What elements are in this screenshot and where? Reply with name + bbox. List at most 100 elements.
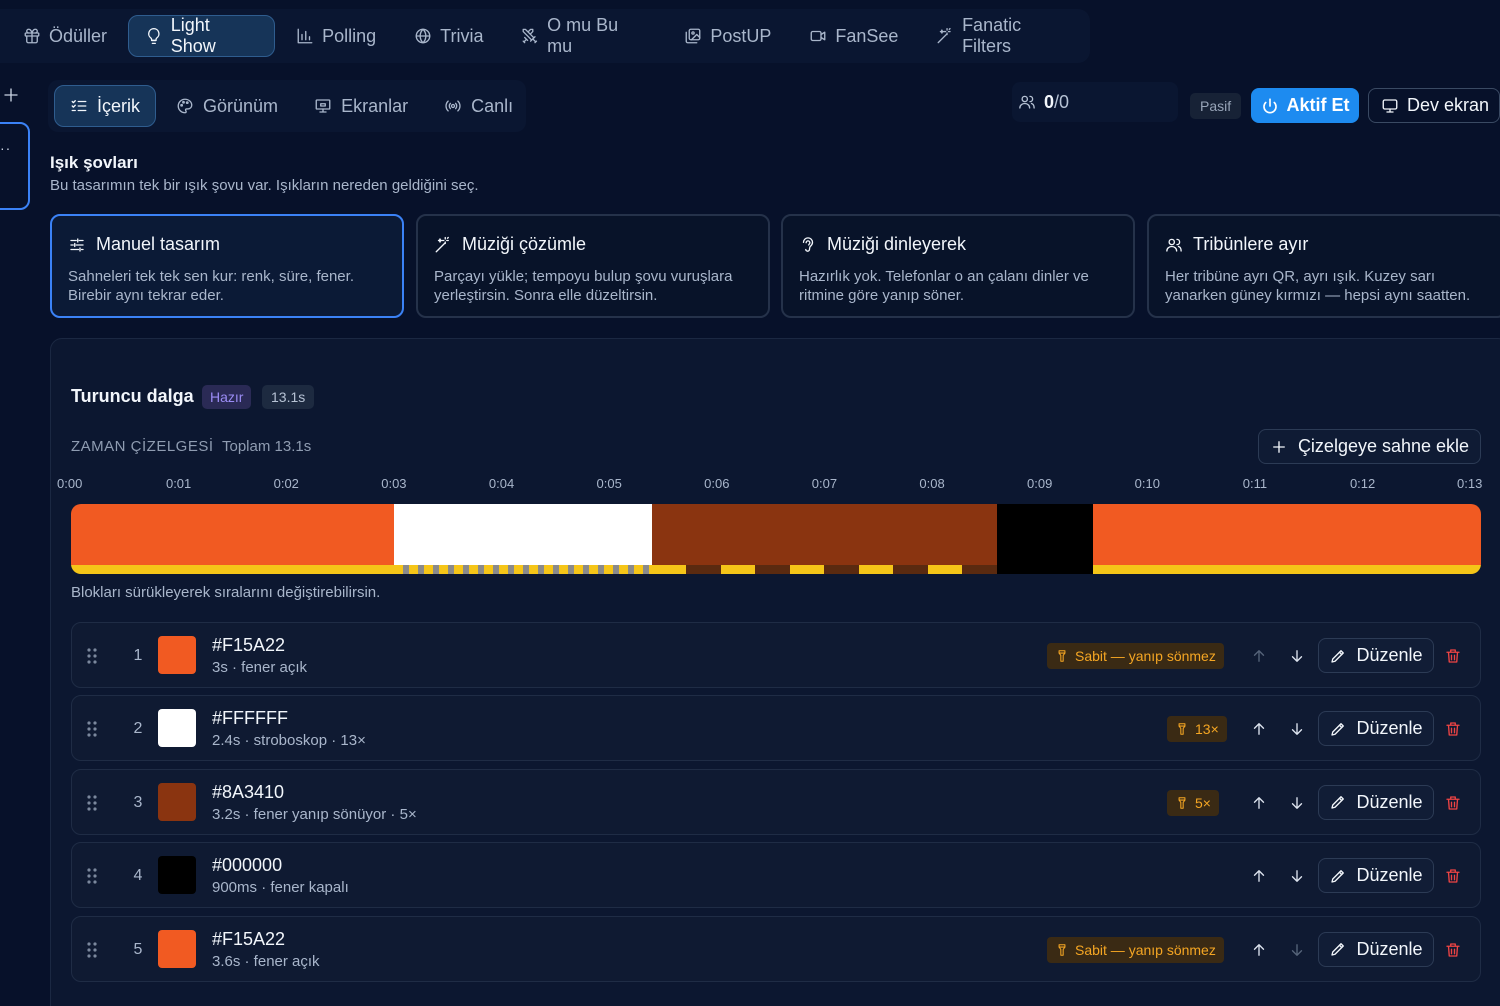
tab-gorunum[interactable]: Görünüm — [160, 85, 294, 127]
move-up-icon[interactable] — [1250, 647, 1268, 665]
scene-index: 4 — [133, 867, 143, 885]
trash-icon[interactable] — [1444, 647, 1462, 665]
timeline-track — [71, 504, 1481, 574]
move-up-icon[interactable] — [1250, 867, 1268, 885]
move-down-icon[interactable] — [1288, 867, 1306, 885]
drag-handle-icon[interactable] — [86, 720, 98, 738]
drag-handle-icon[interactable] — [86, 867, 98, 885]
edit-button[interactable]: Düzenle — [1318, 784, 1434, 820]
move-up-icon[interactable] — [1250, 941, 1268, 959]
mode-card-listen-music[interactable]: Müziği dinleyerek Hazırlık yok. Telefonl… — [781, 214, 1135, 318]
color-swatch — [158, 636, 196, 674]
activate-label: Aktif Et — [1286, 95, 1350, 115]
move-down-icon[interactable] — [1288, 720, 1306, 738]
swords-icon — [523, 28, 538, 44]
edit-button[interactable]: Düzenle — [1318, 858, 1434, 894]
mode-description: Parçayı yükle; tempoyu bulup şovu vuruşl… — [434, 268, 733, 304]
tab-trivia[interactable]: Trivia — [397, 15, 500, 57]
scene-row[interactable]: 2 #FFFFFF 2.4s · stroboskop · 13× 13× Düzenl… — [71, 695, 1481, 762]
plus-icon[interactable] — [2, 86, 20, 104]
timeline-tick: 0:00 — [57, 476, 83, 491]
timeline-segment[interactable] — [652, 504, 997, 574]
scene-index: 5 — [133, 940, 143, 958]
activate-button[interactable]: Aktif Et — [1251, 88, 1359, 123]
edit-button[interactable]: Düzenle — [1318, 931, 1434, 967]
trash-icon[interactable] — [1444, 941, 1462, 959]
timeline-tick: 0:08 — [919, 476, 945, 491]
move-up-icon[interactable] — [1250, 794, 1268, 812]
section-subtitle: Bu tasarımın tek bir ışık şovu var. Işık… — [50, 177, 479, 194]
mode-title: Müziği dinleyerek — [827, 234, 967, 254]
timeline-segment[interactable] — [996, 504, 1094, 574]
edit-button[interactable]: Düzenle — [1318, 711, 1434, 747]
tab-label: Ödüller — [49, 25, 108, 46]
scene-row[interactable]: 3 #8A3410 3.2s · fener yanıp sönüyor · 5× 5… — [71, 768, 1481, 835]
timeline-tick: 0:04 — [488, 476, 515, 491]
tab-fansee[interactable]: FanSee — [792, 15, 915, 57]
flash-mode-badge: 5× — [1167, 789, 1219, 816]
edit-button[interactable]: Düzenle — [1318, 638, 1434, 673]
timeline-ticks: 0:00 0:01 0:02 0:03 0:04 0:05 0:06 0:07 0:08 0:09… — [57, 476, 1483, 492]
timeline-tick: 0:05 — [596, 476, 622, 491]
move-down-icon[interactable] — [1288, 794, 1306, 812]
tab-light-show[interactable]: Light Show — [128, 15, 276, 57]
scene-meta: 2.4s · stroboskop · 13× — [212, 732, 366, 750]
drag-handle-icon[interactable] — [86, 941, 98, 959]
big-screen-label: Dev ekran — [1407, 95, 1490, 115]
move-up-icon[interactable] — [1250, 720, 1268, 738]
tab-icerik[interactable]: İçerik — [54, 85, 157, 127]
flash-strip — [996, 565, 1094, 574]
flash-mode-label: 5× — [1195, 794, 1211, 811]
tab-ekranlar[interactable]: Ekranlar — [298, 85, 424, 127]
tab-label: Fanatic Filters — [962, 15, 1022, 56]
trash-icon[interactable] — [1444, 867, 1462, 885]
timeline-tick: 0:13 — [1457, 476, 1483, 491]
more-icon[interactable]: ·· — [0, 140, 11, 156]
scene-row[interactable]: 4 #000000 900ms · fener kapalı Düzenle — [71, 842, 1481, 909]
trash-icon[interactable] — [1444, 720, 1462, 738]
scene-row[interactable]: 1 #F15A22 3s · fener açık Sabit — yanıp sön… — [71, 622, 1481, 688]
tab-fanatic-filters[interactable]: Fanatic Filters — [919, 15, 1090, 57]
add-scene-button[interactable]: Çizelgeye sahne ekle — [1258, 429, 1481, 464]
scene-meta: 3.2s · fener yanıp sönüyor · 5× — [212, 805, 417, 823]
pencil-icon — [1331, 943, 1345, 956]
timeline-segment[interactable] — [1093, 504, 1481, 574]
move-down-icon[interactable] — [1288, 647, 1306, 665]
edit-label: Düzenle — [1356, 718, 1423, 739]
tab-oduller[interactable]: Ödüller — [6, 15, 124, 57]
scene-meta: 3.6s · fener açık — [212, 952, 320, 970]
big-screen-button[interactable]: Dev ekran — [1368, 88, 1500, 123]
segment-color — [996, 504, 1094, 565]
timeline-segment[interactable] — [393, 504, 653, 574]
mode-card-analyze-music[interactable]: Müziği çözümle Parçayı yükle; tempoyu bu… — [416, 214, 770, 318]
scene-row[interactable]: 5 #F15A22 3.6s · fener açık Sabit — yanıp s… — [71, 915, 1481, 982]
flash-mode-label: 13× — [1195, 721, 1219, 738]
wand-icon — [435, 236, 449, 252]
scene-meta: 3s · fener açık — [212, 659, 308, 676]
tab-canli[interactable]: Canlı — [428, 85, 529, 127]
gift-icon — [24, 28, 40, 44]
tab-o-mu-bu-mu[interactable]: O mu Bu mu — [504, 15, 663, 57]
mode-card-split-stands[interactable]: Tribünlere ayır Her tribüne ayrı QR, ayr… — [1147, 214, 1500, 318]
move-down-icon[interactable] — [1288, 941, 1306, 959]
users-icon — [1166, 238, 1182, 252]
mode-title: Müziği çözümle — [462, 234, 587, 254]
sub-tab-bar: İçerik Görünüm Ekranlar Canlı — [48, 80, 526, 132]
tab-postup[interactable]: PostUP — [667, 15, 788, 57]
segment-color — [71, 504, 394, 565]
flashlight-icon — [1058, 943, 1066, 956]
trash-icon[interactable] — [1444, 794, 1462, 812]
side-panel-selected-item[interactable] — [0, 122, 30, 210]
drag-handle-icon[interactable] — [86, 647, 98, 665]
tab-polling[interactable]: Polling — [279, 15, 393, 57]
drag-handle-icon[interactable] — [86, 794, 98, 812]
ear-icon — [802, 236, 814, 252]
timeline-tick: 0:03 — [381, 476, 407, 491]
mode-description: Her tribüne ayrı QR, ayrı ışık. Kuzey sa… — [1165, 268, 1471, 304]
show-status-badge: Hazır — [202, 385, 252, 409]
mode-card-manual[interactable]: Manuel tasarım Sahneleri tek tek sen kur… — [50, 214, 404, 318]
presentation-icon — [315, 99, 331, 113]
tab-label: O mu Bu mu — [547, 15, 619, 56]
timeline-segment[interactable] — [71, 504, 394, 574]
participant-total: /0 — [1054, 91, 1070, 112]
